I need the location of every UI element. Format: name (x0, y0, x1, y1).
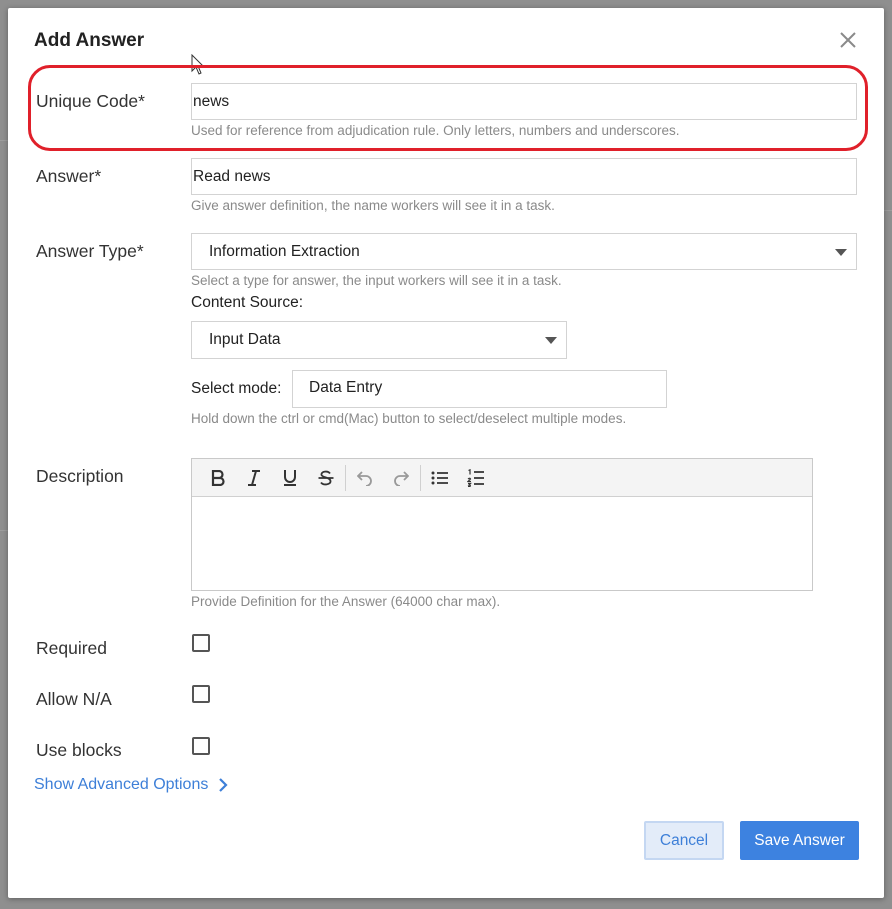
select-mode-label: Select mode: (191, 380, 282, 397)
required-label: Required (36, 638, 108, 658)
close-button[interactable] (834, 26, 862, 54)
chevron-down-icon (835, 248, 847, 256)
redo-button[interactable] (383, 463, 419, 493)
required-checkbox[interactable] (192, 634, 210, 652)
editor-toolbar (192, 459, 812, 497)
content-source-label: Content Source: (191, 294, 304, 311)
answer-type-help: Select a type for answer, the input work… (191, 273, 562, 288)
bullet-list-icon (431, 471, 448, 484)
show-advanced-options-label: Show Advanced Options (34, 776, 209, 793)
dialog-title: Add Answer (34, 30, 145, 51)
select-mode-option[interactable]: Data Entry (309, 379, 382, 397)
redo-icon (394, 470, 409, 486)
select-mode-listbox[interactable]: Data Entry (292, 370, 667, 408)
strikethrough-icon (318, 470, 334, 485)
use-blocks-checkbox[interactable] (192, 737, 210, 755)
unique-code-value: news (193, 92, 230, 110)
bullet-list-button[interactable] (422, 463, 458, 493)
answer-type-select[interactable]: Information Extraction (191, 233, 857, 270)
unique-code-help: Used for reference from adjudication rul… (191, 123, 680, 138)
italic-icon (248, 469, 260, 486)
content-source-select[interactable]: Input Data (191, 321, 567, 359)
show-advanced-options-link[interactable]: Show Advanced Options (34, 776, 228, 794)
content-source-value: Input Data (209, 331, 281, 348)
unique-code-input[interactable]: news (191, 83, 857, 120)
answer-input[interactable]: Read news (191, 158, 857, 195)
chevron-down-icon (545, 337, 557, 344)
toolbar-divider (345, 464, 346, 491)
bold-button[interactable] (200, 463, 236, 493)
cancel-button[interactable]: Cancel (644, 821, 724, 860)
strikethrough-button[interactable] (308, 463, 344, 493)
chevron-right-icon (219, 778, 228, 792)
add-answer-dialog: Add Answer Unique Code* news Used for re… (8, 8, 884, 898)
answer-help: Give answer definition, the name workers… (191, 198, 555, 213)
toolbar-divider (420, 464, 421, 491)
save-answer-button[interactable]: Save Answer (740, 821, 859, 860)
undo-button[interactable] (347, 463, 383, 493)
answer-value: Read news (193, 167, 271, 185)
allow-na-label: Allow N/A (36, 689, 112, 709)
close-icon (840, 32, 856, 48)
description-text-area[interactable] (192, 497, 812, 590)
numbered-list-button[interactable] (458, 463, 494, 493)
numbered-list-icon (467, 468, 484, 487)
allow-na-checkbox[interactable] (192, 685, 210, 703)
answer-type-value: Information Extraction (209, 242, 360, 260)
background-divider (0, 140, 8, 141)
use-blocks-label: Use blocks (36, 740, 122, 760)
select-mode-help: Hold down the ctrl or cmd(Mac) button to… (191, 411, 627, 426)
description-editor (191, 458, 813, 591)
background-divider (0, 530, 8, 531)
background-divider (884, 210, 892, 211)
description-help: Provide Definition for the Answer (64000… (191, 594, 501, 609)
italic-button[interactable] (236, 463, 272, 493)
underline-icon (284, 470, 296, 486)
undo-icon (357, 470, 372, 486)
underline-button[interactable] (272, 463, 308, 493)
answer-type-label: Answer Type* (36, 241, 144, 261)
description-label: Description (36, 466, 124, 486)
unique-code-label: Unique Code* (36, 91, 145, 111)
bold-icon (211, 469, 225, 486)
answer-label: Answer* (36, 166, 102, 186)
